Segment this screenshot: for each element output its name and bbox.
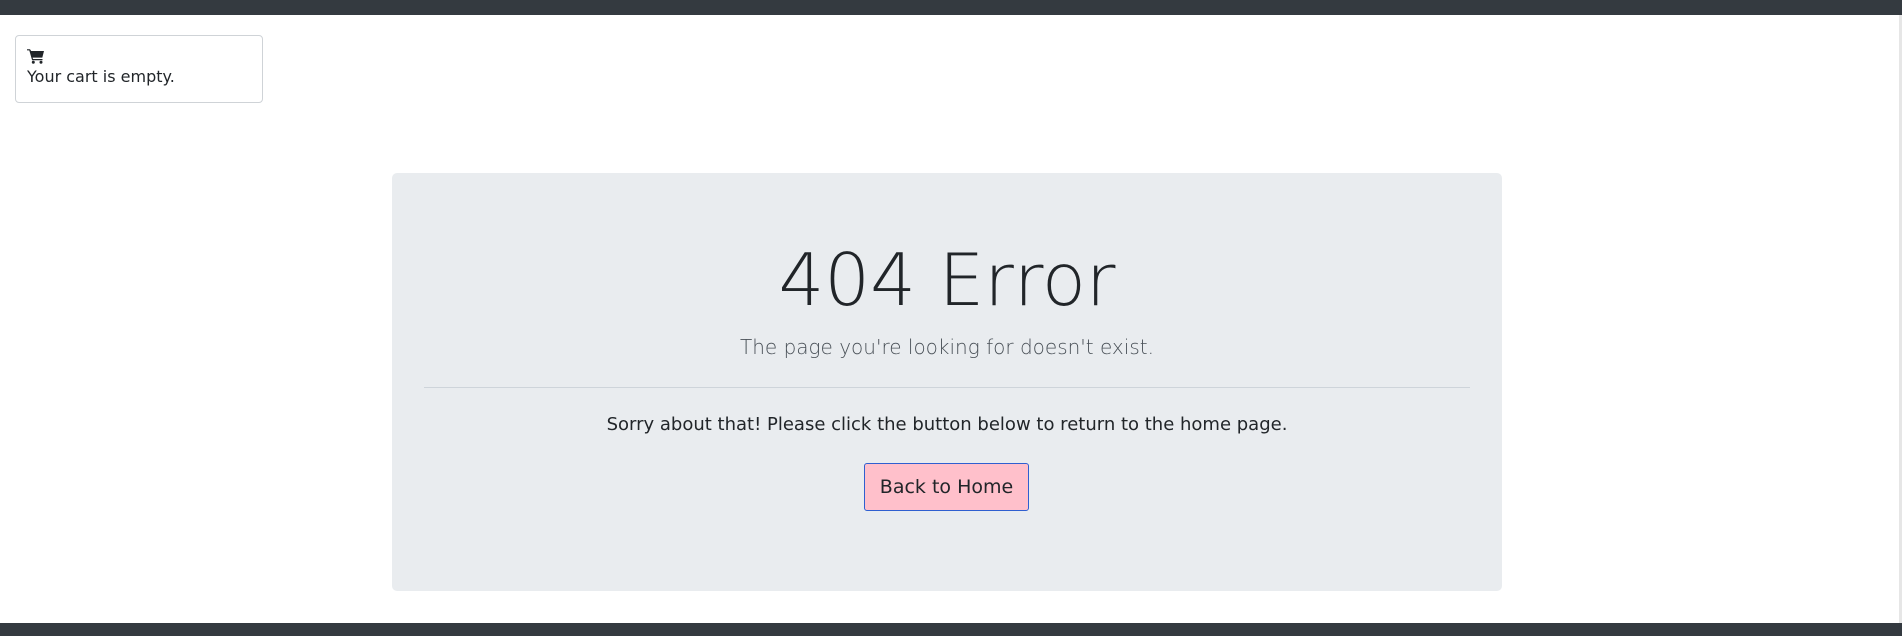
- back-to-home-button[interactable]: Back to Home: [864, 463, 1029, 511]
- error-message: Sorry about that! Please click the butto…: [606, 414, 1288, 435]
- cart-summary: Your cart is empty.: [15, 35, 263, 103]
- page: Your cart is empty. 404 Error The page y…: [0, 0, 1902, 636]
- shopping-cart-icon: [27, 49, 44, 64]
- top-nav-bar: [0, 0, 1902, 15]
- error-title: 404 Error: [778, 238, 1116, 322]
- error-lead: The page you're looking for doesn't exis…: [740, 335, 1154, 359]
- footer-bar: [0, 623, 1902, 636]
- divider: [424, 387, 1470, 388]
- cart-empty-text: Your cart is empty.: [27, 67, 175, 86]
- error-panel: 404 Error The page you're looking for do…: [392, 173, 1502, 591]
